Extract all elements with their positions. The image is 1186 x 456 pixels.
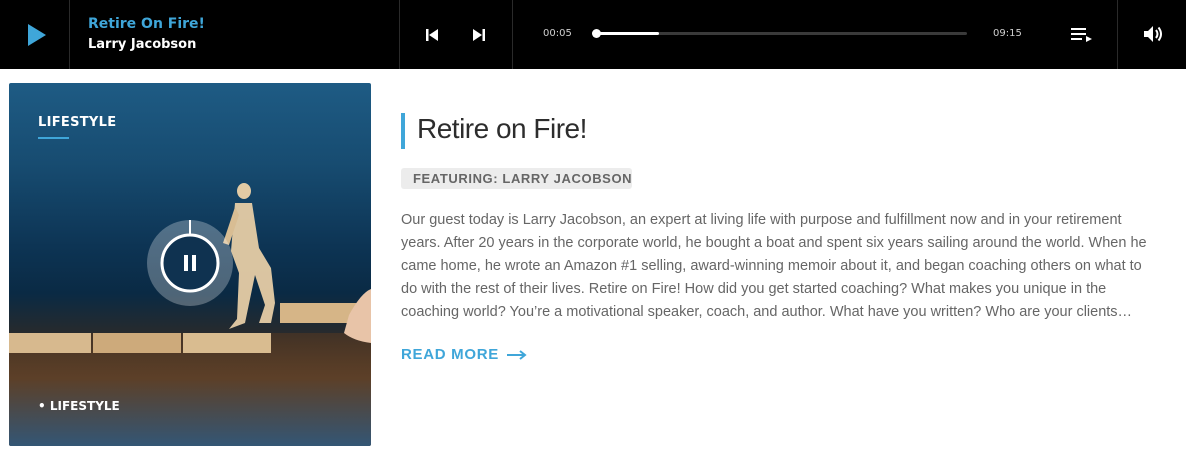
track-controls (400, 0, 512, 69)
read-more-link[interactable]: READ MORE (401, 346, 527, 363)
category-label: LIFESTYLE (49, 399, 120, 413)
now-playing-info: Retire On Fire! Larry Jacobson (70, 0, 399, 69)
episode-card-image[interactable]: LIFESTYLE • LIFESTYLE (9, 83, 371, 446)
category-tag-top[interactable]: LIFESTYLE (38, 115, 116, 130)
featuring-badge: FEATURING: LARRY JACOBSON (401, 168, 632, 189)
category-underline (38, 137, 69, 139)
previous-icon[interactable] (421, 24, 443, 46)
track-title[interactable]: Retire On Fire! (88, 16, 205, 32)
category-link-bottom[interactable]: • LIFESTYLE (38, 399, 120, 413)
total-time: 09:15 (993, 28, 1022, 39)
divider (1117, 0, 1118, 69)
article-excerpt: Our guest today is Larry Jacobson, an ex… (401, 212, 1147, 320)
progress-fill (596, 32, 660, 35)
arrow-right-icon (506, 349, 527, 360)
read-more-label: READ MORE (401, 346, 499, 363)
current-time: 00:05 (543, 28, 572, 39)
volume-icon[interactable] (1140, 22, 1166, 46)
audio-player-bar: Retire On Fire! Larry Jacobson 00:05 09:… (0, 0, 1186, 69)
pause-icon[interactable] (146, 219, 234, 307)
next-icon[interactable] (468, 24, 490, 46)
progress-handle[interactable] (592, 29, 601, 38)
play-button[interactable] (0, 0, 69, 69)
play-icon (27, 23, 46, 46)
progress-slider[interactable] (592, 29, 967, 38)
track-artist: Larry Jacobson (88, 37, 197, 52)
article-title[interactable]: Retire on Fire! (417, 113, 587, 145)
title-accent-bar (401, 113, 405, 149)
playlist-icon[interactable] (1068, 22, 1094, 46)
divider (512, 0, 513, 69)
